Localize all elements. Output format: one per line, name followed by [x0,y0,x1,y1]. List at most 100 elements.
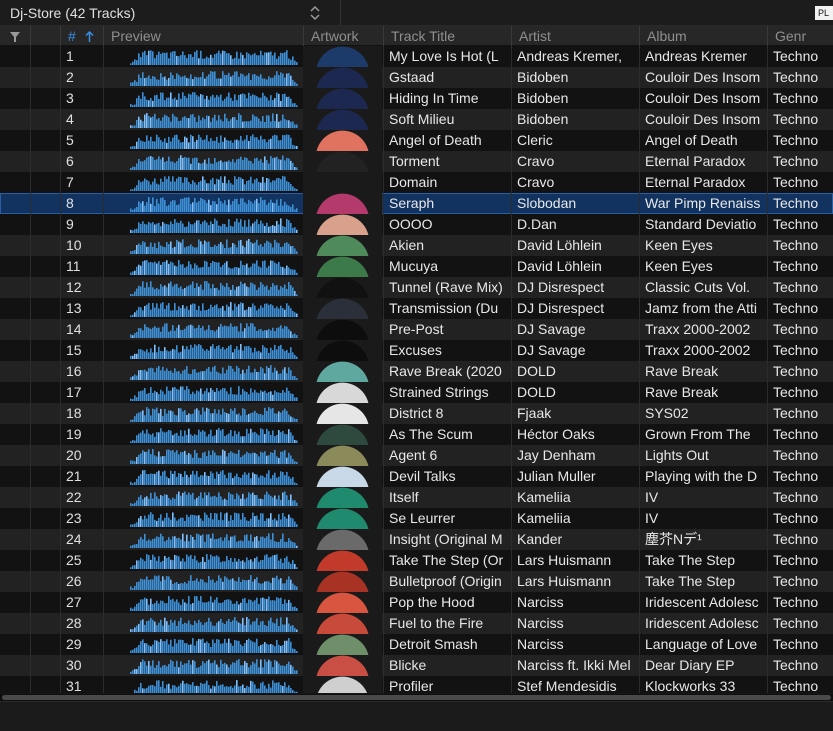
waveform-preview[interactable] [130,531,298,548]
number-column-header[interactable]: # [60,26,103,46]
track-row[interactable]: 11 Mucuya David Löhlein Keen Eyes Techno [0,256,833,277]
track-row[interactable]: 14 Pre-Post DJ Savage Traxx 2000-2002 Techno [0,319,833,340]
waveform-preview[interactable] [130,426,298,443]
track-row[interactable]: 27 Pop the Hood Narciss Iridescent Adolesc T… [0,592,833,613]
waveform-preview[interactable] [130,237,298,254]
waveform-preview[interactable] [130,636,298,653]
preview-column-header[interactable]: Preview [103,26,303,46]
track-row[interactable]: 15 Excuses DJ Savage Traxx 2000-2002 Techno [0,340,833,361]
waveform-bar [250,282,252,296]
track-row[interactable]: 23 Se Leurrer Kameliia IV Techno [0,508,833,529]
column-divider [103,256,104,277]
filter-icon[interactable] [10,32,20,42]
column-divider [30,634,31,655]
track-row[interactable]: 12 Tunnel (Rave Mix) DJ Disrespect Classic … [0,277,833,298]
track-row[interactable]: 30 Blicke Narciss ft. Ikki Mel Dear Diary E… [0,655,833,676]
track-row[interactable]: 28 Fuel to the Fire Narciss Iridescent Adol… [0,613,833,634]
waveform-preview[interactable] [130,216,298,233]
waveform-bar [286,288,288,296]
waveform-bar [156,600,158,611]
waveform-bar [262,667,264,674]
waveform-preview[interactable] [130,132,298,149]
track-row[interactable]: 10 Akien David Löhlein Keen Eyes Techno [0,235,833,256]
track-list[interactable]: 1 My Love Is Hot (L Andreas Kremer, Andreas… [0,46,833,693]
waveform-preview[interactable] [130,174,298,191]
waveform-bar [210,496,212,506]
waveform-preview[interactable] [130,615,298,632]
waveform-preview[interactable] [130,510,298,527]
waveform-preview[interactable] [130,279,298,296]
waveform-preview[interactable] [130,657,298,674]
waveform-bar [196,623,198,632]
corner-button[interactable]: PL [815,6,833,20]
track-genre: Techno [773,405,819,421]
waveform-preview[interactable] [130,489,298,506]
waveform-bar [264,520,266,527]
artist-column-header[interactable]: Artist [511,26,639,46]
playlist-title[interactable]: Dj-Store (42 Tracks) [10,5,135,21]
horizontal-scrollbar[interactable] [0,694,833,701]
track-row[interactable]: 19 As The Scum Héctor Oaks Grown From The Te… [0,424,833,445]
filter-column-header[interactable] [0,26,30,46]
track-row[interactable]: 9 OOOO D.Dan Standard Deviatio Techno [0,214,833,235]
track-row[interactable]: 16 Rave Break (2020 DOLD Rave Break Techno [0,361,833,382]
waveform-bar [174,601,176,611]
waveform-preview[interactable] [130,447,298,464]
waveform-preview[interactable] [130,468,298,485]
waveform-preview[interactable] [130,678,298,693]
track-row[interactable]: 3 Hiding In Time Bidoben Couloir Des Insom T… [0,88,833,109]
waveform-bar [268,596,270,611]
waveform-preview[interactable] [130,258,298,275]
waveform-bar [242,179,244,191]
artwork-column-header[interactable]: Artwork [303,26,383,46]
waveform-preview[interactable] [130,363,298,380]
track-row[interactable]: 7 Domain Cravo Eternal Paradox Techno [0,172,833,193]
waveform-bar [294,500,296,506]
track-row[interactable]: 4 Soft Milieu Bidoben Couloir Des Insom Tech… [0,109,833,130]
genre-column-header[interactable]: Genr [767,26,833,46]
waveform-preview[interactable] [130,111,298,128]
waveform-preview[interactable] [130,405,298,422]
waveform-preview[interactable] [130,48,298,65]
album-column-header[interactable]: Album [639,26,767,46]
waveform-preview[interactable] [130,300,298,317]
track-row[interactable]: 31 Profiler Stef Mendesidis Klockworks 33 Te… [0,676,833,693]
track-row[interactable]: 2 Gstaad Bidoben Couloir Des Insom Techno [0,67,833,88]
waveform-preview[interactable] [130,552,298,569]
waveform-bar [250,95,252,107]
track-title-column-header[interactable]: Track Title [383,26,511,46]
track-row[interactable]: 6 Torment Cravo Eternal Paradox Techno [0,151,833,172]
waveform-bar [212,246,214,254]
track-row[interactable]: 8 Seraph Slobodan War Pimp Renaiss Techno [0,193,833,214]
waveform-preview[interactable] [130,195,298,212]
track-row[interactable]: 18 District 8 Fjaak SYS02 Techno [0,403,833,424]
track-row[interactable]: 24 Insight (Original M Kander 塵芥Nデ¹ Techno [0,529,833,550]
horizontal-scrollbar-thumb[interactable] [2,695,831,700]
waveform-preview[interactable] [130,90,298,107]
track-row[interactable]: 13 Transmission (Du DJ Disrespect Jamz from… [0,298,833,319]
waveform-preview[interactable] [130,69,298,86]
status-column-header[interactable] [30,26,60,46]
track-row[interactable]: 21 Devil Talks Julian Muller Playing with t… [0,466,833,487]
waveform-preview[interactable] [130,384,298,401]
track-row[interactable]: 26 Bulletproof (Origin Lars Huismann Take T… [0,571,833,592]
chevron-up-down-icon[interactable] [308,3,322,23]
waveform-preview[interactable] [130,153,298,170]
waveform-preview[interactable] [130,594,298,611]
waveform-bar [156,640,158,653]
waveform-bar [208,450,210,464]
track-row[interactable]: 20 Agent 6 Jay Denham Lights Out Techno [0,445,833,466]
waveform-preview[interactable] [130,321,298,338]
waveform-bar [194,288,196,296]
waveform-preview[interactable] [130,342,298,359]
waveform-bar [232,201,234,212]
waveform-bar [184,410,186,422]
track-row[interactable]: 5 Angel of Death Cleric Angel of Death Techn… [0,130,833,151]
track-row[interactable]: 17 Strained Strings DOLD Rave Break Techno [0,382,833,403]
waveform-bar [296,502,298,506]
waveform-preview[interactable] [130,573,298,590]
track-row[interactable]: 29 Detroit Smash Narciss Language of Love Te… [0,634,833,655]
track-row[interactable]: 25 Take The Step (Or Lars Huismann Take The… [0,550,833,571]
track-row[interactable]: 1 My Love Is Hot (L Andreas Kremer, Andreas… [0,46,833,67]
track-row[interactable]: 22 Itself Kameliia IV Techno [0,487,833,508]
